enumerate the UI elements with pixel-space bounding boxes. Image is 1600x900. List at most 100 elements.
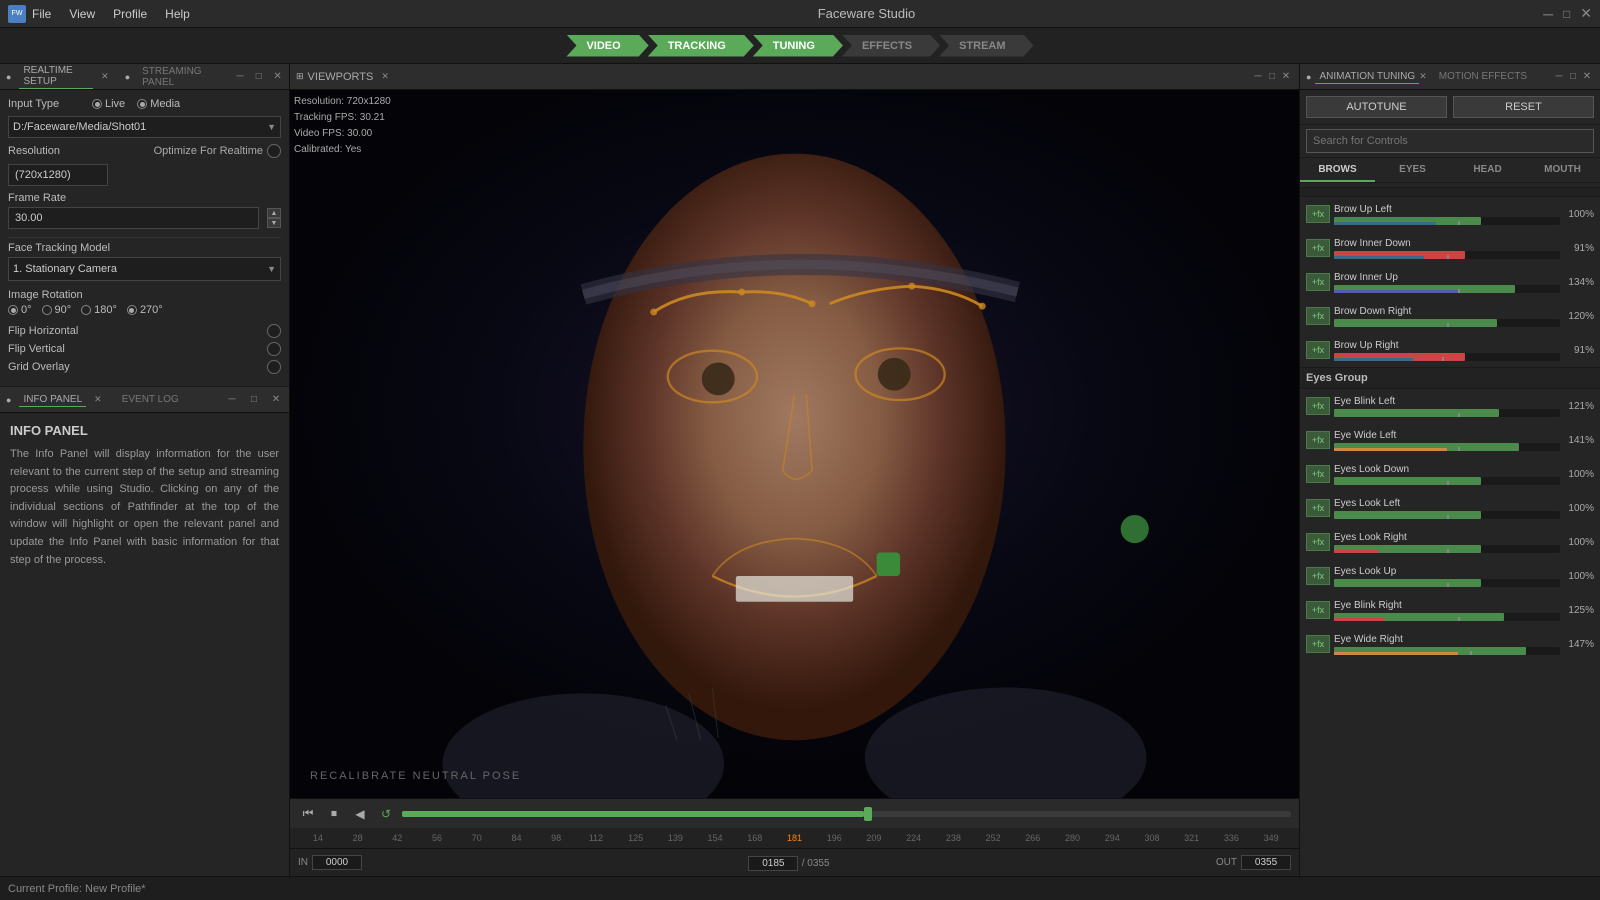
viewport-close-btn[interactable]: ✕ [1279,70,1293,84]
autotune-button[interactable]: AUTOTUNE [1306,96,1447,118]
right-panel-minimize[interactable]: ─ [1552,70,1566,84]
right-panel-close[interactable]: ✕ [1580,70,1594,84]
realtime-setup-tab[interactable]: REALTIME SETUP [19,64,93,89]
control-bar-bg[interactable] [1334,251,1560,259]
tab-eyes[interactable]: EYES [1375,158,1450,182]
fx-button[interactable]: +fx [1306,239,1330,257]
fx-button[interactable]: +fx [1306,273,1330,291]
anim-tuning-tab[interactable]: ANIMATION TUNING [1315,70,1419,84]
minimize-button[interactable]: ─ [1543,6,1553,22]
out-value-input[interactable] [1241,855,1291,870]
pipeline-tracking[interactable]: TRACKING [648,35,754,57]
control-bar-marker [1458,413,1460,417]
fx-button[interactable]: +fx [1306,635,1330,653]
media-path-dropdown[interactable]: D:/Faceware/Media/Shot01 ▼ [8,116,281,138]
framerate-input[interactable]: 30.00 [8,207,259,229]
control-bar-bg[interactable] [1334,511,1560,519]
control-bar-bg[interactable] [1334,613,1560,621]
viewport-close[interactable]: ✕ [381,71,389,82]
control-bar-bg[interactable] [1334,477,1560,485]
info-panel-tab-close[interactable]: ✕ [94,394,102,405]
flip-vertical-radio[interactable] [267,342,281,356]
rotation-90-radio[interactable]: 90° [42,304,72,316]
input-live-radio[interactable]: Live [92,98,125,110]
menu-view[interactable]: View [69,7,95,21]
pipeline-effects[interactable]: EFFECTS [842,35,940,57]
current-frame-input[interactable] [748,856,798,871]
control-bar-bg[interactable] [1334,353,1560,361]
control-bar-bg[interactable] [1334,545,1560,553]
tab-mouth[interactable]: MOUTH [1525,158,1600,182]
menu-file[interactable]: File [32,7,51,21]
info-panel-close[interactable]: ✕ [269,393,283,407]
rotation-180-radio[interactable]: 180° [81,304,117,316]
control-pct: 141% [1564,435,1594,446]
tab-brows[interactable]: BROWS [1300,158,1375,182]
fx-button[interactable]: +fx [1306,205,1330,223]
control-bar-bg[interactable] [1334,409,1560,417]
grid-overlay-radio[interactable] [267,360,281,374]
info-panel-tab[interactable]: INFO PANEL [19,393,86,407]
frame-marker: 84 [497,833,537,843]
event-log-tab[interactable]: EVENT LOG [118,393,183,406]
viewport-title: VIEWPORTS [308,71,374,83]
tab-head[interactable]: HEAD [1450,158,1525,182]
control-bar-bg[interactable] [1334,443,1560,451]
menu-profile[interactable]: Profile [113,7,147,21]
play-back-btn[interactable]: ◀ [350,804,370,824]
panel-minimize-left[interactable]: ─ [235,70,246,84]
info-panel-section: ● INFO PANEL ✕ EVENT LOG ─ □ ✕ INFO PANE… [0,387,289,876]
rotation-0-radio[interactable]: 0° [8,304,32,316]
control-bar-bg[interactable] [1334,285,1560,293]
streaming-panel-tab[interactable]: STREAMING PANEL [138,65,219,89]
pipeline-video[interactable]: VIDEO [566,35,648,57]
anim-tuning-close[interactable]: ✕ [1419,71,1427,82]
motion-effects-tab[interactable]: MOTION EFFECTS [1435,70,1531,83]
pipeline-tuning[interactable]: TUNING [753,35,843,57]
fx-button[interactable]: +fx [1306,499,1330,517]
anim-tuning-icon: ● [1306,72,1311,82]
viewport-float[interactable]: □ [1265,70,1279,84]
tracking-model-dropdown[interactable]: 1. Stationary Camera ▼ [8,257,281,281]
right-panel-float[interactable]: □ [1566,70,1580,84]
control-bar-bg[interactable] [1334,319,1560,327]
info-panel-minimize[interactable]: ─ [225,393,239,407]
rotation-270-radio[interactable]: 270° [127,304,163,316]
resolution-value: (720x1280) [8,164,108,186]
info-panel-float[interactable]: □ [247,393,261,407]
play-begin-btn[interactable]: ⏮ [298,804,318,824]
fx-button[interactable]: +fx [1306,465,1330,483]
control-row: +fxBrow Down Right120% [1300,299,1600,333]
input-media-radio[interactable]: Media [137,98,180,110]
close-button[interactable]: ✕ [1580,5,1592,22]
timeline-scrubber[interactable] [402,811,1291,817]
fx-button[interactable]: +fx [1306,341,1330,359]
search-input[interactable] [1306,129,1594,153]
reset-button[interactable]: RESET [1453,96,1594,118]
control-pct: 121% [1564,401,1594,412]
optimize-radio[interactable] [267,144,281,158]
fx-button[interactable]: +fx [1306,567,1330,585]
play-prev-btn[interactable]: ⏹ [324,804,344,824]
viewport-minimize[interactable]: ─ [1251,70,1265,84]
fx-button[interactable]: +fx [1306,307,1330,325]
fx-button[interactable]: +fx [1306,533,1330,551]
menu-help[interactable]: Help [165,7,190,21]
control-bar-bg[interactable] [1334,647,1560,655]
fx-button[interactable]: +fx [1306,431,1330,449]
play-loop-btn[interactable]: ↺ [376,804,396,824]
panel-close-left[interactable]: ✕ [272,70,283,84]
fx-button[interactable]: +fx [1306,397,1330,415]
maximize-button[interactable]: □ [1563,7,1570,21]
tab-close-realtime[interactable]: ✕ [101,71,109,82]
control-row: +fxBrow Up Right91% [1300,333,1600,367]
in-value-input[interactable] [312,855,362,870]
framerate-down[interactable]: ▼ [267,218,281,228]
flip-horizontal-radio[interactable] [267,324,281,338]
pipeline-stream[interactable]: STREAM [939,35,1033,57]
fx-button[interactable]: +fx [1306,601,1330,619]
framerate-up[interactable]: ▲ [267,208,281,218]
panel-float-left[interactable]: □ [253,70,264,84]
control-bar-bg[interactable] [1334,217,1560,225]
control-bar-bg[interactable] [1334,579,1560,587]
